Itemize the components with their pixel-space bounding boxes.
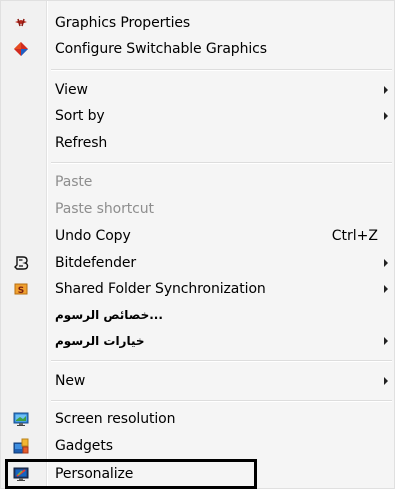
shared-folder-sync-icon: S — [13, 281, 29, 297]
menu-item-label: Bitdefender — [55, 255, 137, 271]
menu-item-label: Sort by — [55, 108, 105, 124]
desktop-context-menu: Graphics Properties Configure Switchable… — [0, 0, 395, 489]
menu-item-graphics-properties-arabic[interactable]: ...خصائص الرسوم — [1, 302, 395, 328]
menu-item-label: Gadgets — [55, 438, 113, 454]
menu-item-paste: Paste — [1, 169, 395, 195]
menu-separator — [51, 162, 392, 164]
menu-item-label: خيارات الرسوم — [55, 334, 145, 348]
menu-item-graphics-properties[interactable]: Graphics Properties — [1, 10, 395, 36]
menu-separator — [51, 360, 392, 362]
menu-item-graphics-options-arabic[interactable]: خيارات الرسوم — [1, 328, 395, 354]
menu-separator — [51, 400, 392, 402]
menu-item-configure-switchable-graphics[interactable]: Configure Switchable Graphics — [1, 36, 395, 62]
submenu-arrow-icon — [384, 86, 388, 94]
menu-item-label: Refresh — [55, 135, 108, 151]
submenu-arrow-icon — [384, 285, 388, 293]
intel-graphics-icon — [13, 15, 29, 31]
amd-switchable-icon — [13, 41, 29, 57]
menu-item-label: Screen resolution — [55, 411, 176, 427]
menu-item-view[interactable]: View — [1, 77, 395, 103]
submenu-arrow-icon — [384, 337, 388, 345]
bitdefender-icon — [13, 255, 29, 271]
menu-item-gadgets[interactable]: Gadgets — [1, 433, 395, 459]
menu-item-label: Graphics Properties — [55, 15, 191, 31]
monitor-icon — [13, 411, 29, 427]
menu-item-label: ...خصائص الرسوم — [55, 308, 163, 322]
menu-item-label: Undo Copy — [55, 228, 131, 244]
menu-item-label: View — [55, 82, 88, 98]
menu-item-paste-shortcut: Paste shortcut — [1, 196, 395, 222]
shortcut-label: Ctrl+Z — [331, 228, 378, 244]
menu-item-refresh[interactable]: Refresh — [1, 130, 395, 156]
menu-item-label: Paste shortcut — [55, 201, 154, 217]
svg-text:S: S — [18, 286, 24, 296]
submenu-arrow-icon — [384, 112, 388, 120]
menu-item-label: New — [55, 373, 86, 389]
gadgets-icon — [13, 438, 29, 454]
submenu-arrow-icon — [384, 377, 388, 385]
menu-item-new[interactable]: New — [1, 368, 395, 394]
menu-item-label: Shared Folder Synchronization — [55, 281, 266, 297]
menu-item-shared-folder-synchronization[interactable]: S Shared Folder Synchronization — [1, 276, 395, 302]
submenu-arrow-icon — [384, 259, 388, 267]
menu-item-undo-copy[interactable]: Undo Copy Ctrl+Z — [1, 223, 395, 249]
menu-item-label: Configure Switchable Graphics — [55, 41, 267, 57]
menu-item-label: Paste — [55, 174, 93, 190]
menu-item-sort-by[interactable]: Sort by — [1, 103, 395, 129]
menu-item-bitdefender[interactable]: Bitdefender — [1, 250, 395, 276]
menu-item-screen-resolution[interactable]: Screen resolution — [1, 406, 395, 432]
menu-separator — [51, 69, 392, 71]
personalize-highlight-frame — [5, 459, 257, 489]
